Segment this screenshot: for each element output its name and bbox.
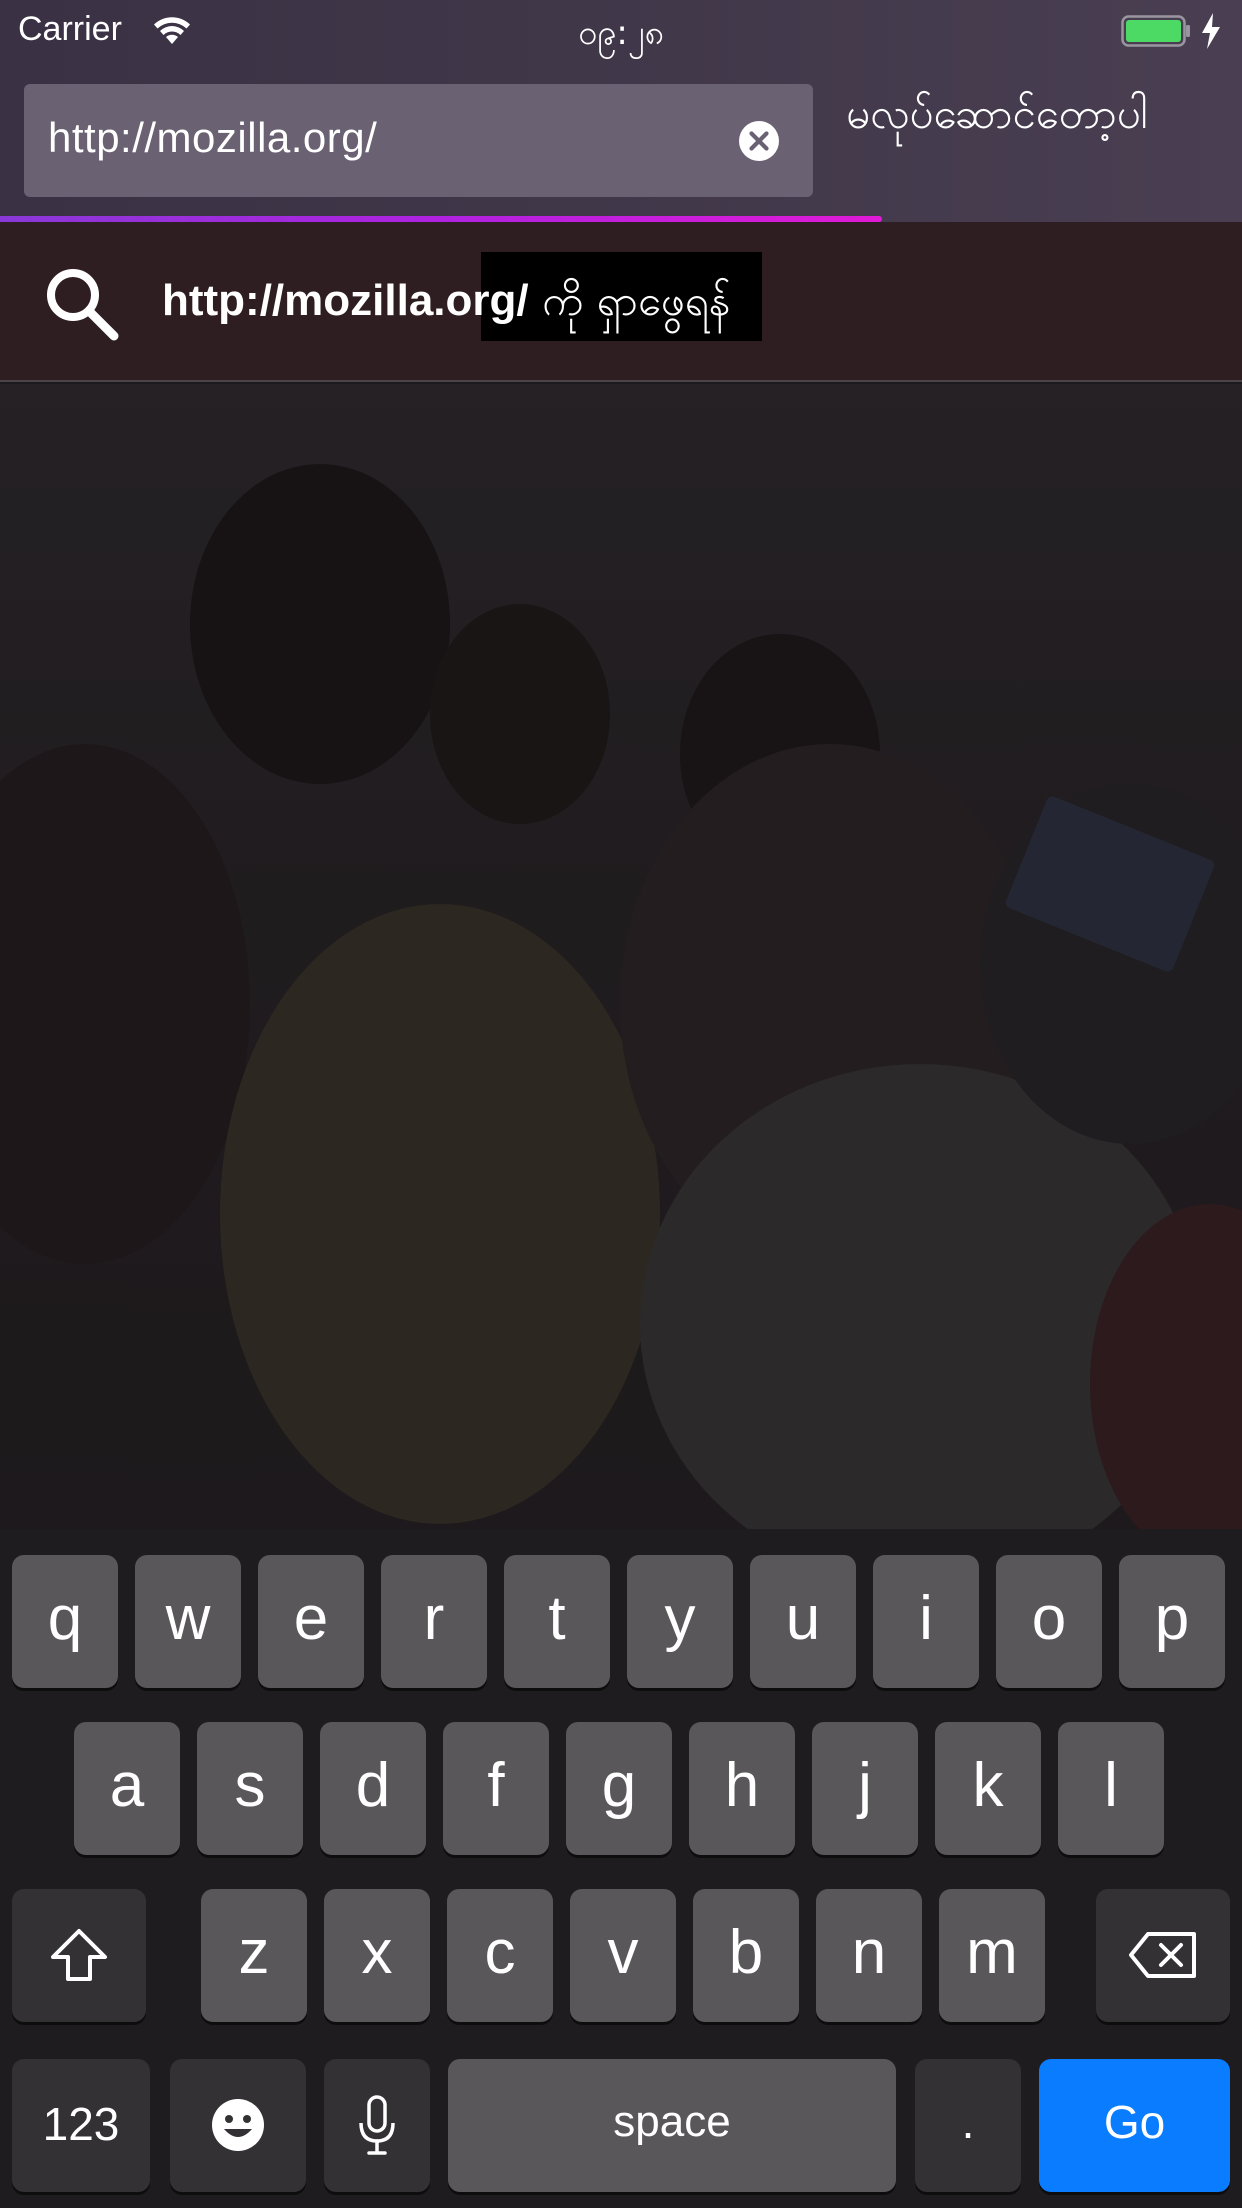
key-e[interactable]: e [258,1555,364,1688]
key-label: y [664,1584,696,1653]
key-p[interactable]: p [1119,1555,1225,1688]
period-key[interactable]: . [915,2059,1021,2192]
key-k[interactable]: k [935,1722,1041,1855]
key-label: u [785,1584,821,1653]
key-h[interactable]: h [689,1722,795,1855]
key-label: s [234,1751,266,1820]
key-s[interactable]: s [197,1722,303,1855]
key-label: o [1031,1584,1067,1653]
emoji-icon [212,2099,264,2151]
key-label: d [355,1751,391,1820]
key-c[interactable]: c [447,1889,553,2022]
key-label: b [728,1918,764,1987]
key-label: j [858,1751,872,1820]
space-key-label: space [613,2097,731,2146]
go-key-label: Go [1103,2096,1166,2148]
delete-key[interactable] [1096,1889,1230,2022]
key-label: e [293,1584,329,1653]
key-l[interactable]: l [1058,1722,1164,1855]
microphone-icon [359,2095,395,2155]
numbers-key-label: 123 [42,2098,120,2150]
key-j[interactable]: j [812,1722,918,1855]
cancel-button[interactable]: မလုပ်ဆောင်တော့ပါ [846,87,1148,149]
clock: ၀၉:၂၈ [578,13,664,53]
battery-charging-icon [1121,15,1190,47]
url-input[interactable]: http://mozilla.org/ [24,84,813,197]
key-label: f [487,1751,505,1820]
key-f[interactable]: f [443,1722,549,1855]
key-v[interactable]: v [570,1889,676,2022]
space-key[interactable]: space [448,2059,896,2192]
key-label: p [1154,1584,1190,1653]
key-label: l [1104,1751,1118,1820]
key-o[interactable]: o [996,1555,1102,1688]
key-z[interactable]: z [201,1889,307,2022]
shift-icon [51,1929,107,1981]
key-x[interactable]: x [324,1889,430,2022]
key-i[interactable]: i [873,1555,979,1688]
key-label: r [423,1584,445,1653]
browser-screen: Carrier ၀၉:၂၈ http://mozilla.org/ မလုပ်ဆ… [0,0,1242,2208]
page-content-photo [0,384,1242,1529]
clear-icon[interactable] [738,120,780,162]
key-label: g [601,1751,637,1820]
key-y[interactable]: y [627,1555,733,1688]
key-d[interactable]: d [320,1722,426,1855]
key-label: c [484,1918,516,1987]
key-b[interactable]: b [693,1889,799,2022]
key-label: i [919,1584,933,1653]
key-n[interactable]: n [816,1889,922,2022]
key-label: z [238,1918,270,1987]
key-label: t [548,1584,566,1653]
suggestion-suffix: ကို ရှာဖွေရန် [528,276,731,325]
dictation-key[interactable] [324,2059,430,2192]
backspace-icon [1129,1932,1196,1978]
keyboard: q w e r t y u i o p a s d f g h j k l z x c v b n m 123 space .… [0,1529,1242,2208]
key-label: k [972,1751,1004,1820]
search-icon [47,269,119,341]
key-label: a [109,1751,145,1820]
key-u[interactable]: u [750,1555,856,1688]
suggestion-url: http://mozilla.org/ [162,276,529,325]
key-label: w [165,1584,211,1653]
url-input-value[interactable]: http://mozilla.org/ [48,114,377,162]
search-suggestion-row[interactable]: http://mozilla.org/ ကို ရှာဖွေရန် [0,222,1242,382]
key-q[interactable]: q [12,1555,118,1688]
key-label: q [47,1584,83,1653]
numbers-key[interactable]: 123 [12,2059,150,2192]
key-a[interactable]: a [74,1722,180,1855]
go-key[interactable]: Go [1039,2059,1230,2192]
search-suggestion-label: http://mozilla.org/ ကို ရှာဖွေရန် [162,274,730,336]
key-t[interactable]: t [504,1555,610,1688]
key-label: x [361,1918,393,1987]
key-label: h [724,1751,760,1820]
status-bar: Carrier ၀၉:၂၈ [0,0,1242,62]
key-label: v [607,1918,639,1987]
top-toolbar: Carrier ၀၉:၂၈ http://mozilla.org/ မလုပ်ဆ… [0,0,1242,222]
shift-key[interactable] [12,1889,146,2022]
key-w[interactable]: w [135,1555,241,1688]
charging-bolt-icon [1202,13,1220,49]
key-label: m [966,1918,1018,1987]
period-key-label: . [961,2096,975,2148]
key-g[interactable]: g [566,1722,672,1855]
key-label: n [851,1918,887,1987]
key-r[interactable]: r [381,1555,487,1688]
emoji-key[interactable] [170,2059,306,2192]
key-m[interactable]: m [939,1889,1045,2022]
